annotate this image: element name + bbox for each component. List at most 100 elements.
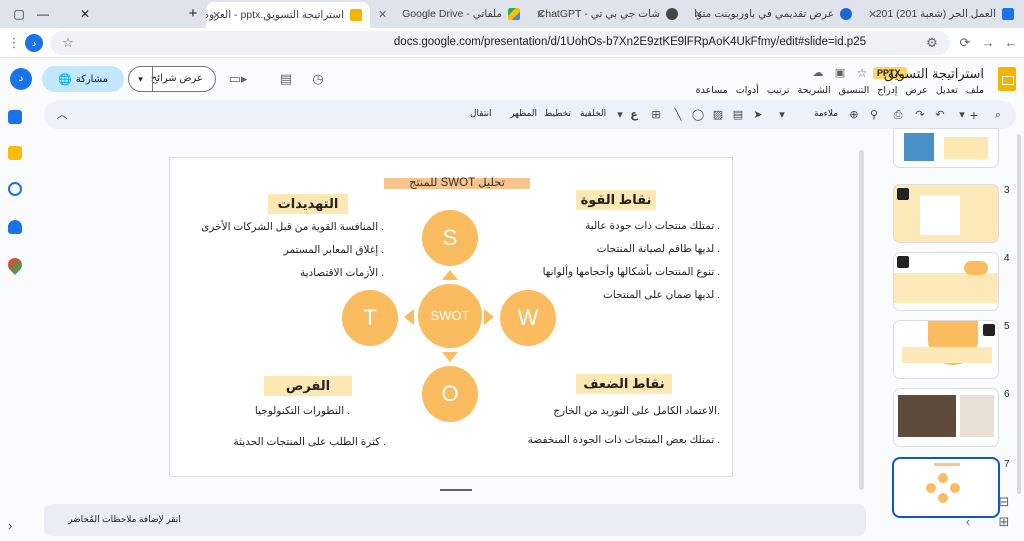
collapse-filmstrip-icon[interactable]: ‹ (958, 512, 978, 532)
new-slide-icon[interactable]: + (966, 107, 982, 123)
move-folder-icon[interactable]: ▣ (830, 63, 850, 83)
collapse-chevron-icon[interactable]: ︿ (54, 107, 70, 123)
strength-item[interactable]: . تنوع المنتجات بأشكالها وأحجامها وألوان… (543, 266, 720, 278)
filmstrip-scrollbar[interactable] (1017, 134, 1021, 494)
weakness-item[interactable]: .الاعتماد الكامل على التوريد من الخارج (553, 405, 720, 417)
close-tab-icon[interactable]: ✕ (868, 8, 877, 21)
notes-resize-handle[interactable] (440, 489, 472, 491)
window-menu-icon[interactable]: ▢ (8, 4, 30, 24)
arrow-up-icon[interactable] (442, 270, 458, 280)
maps-icon[interactable] (5, 255, 25, 275)
theme-button[interactable]: المظهر (510, 108, 537, 119)
slides-logo-icon[interactable] (998, 67, 1016, 91)
new-tab-button[interactable]: + (182, 4, 204, 24)
zoom-fit-button[interactable]: ملاءمة (814, 108, 838, 119)
select-dropdown-icon[interactable]: ▾ (774, 107, 790, 123)
document-title[interactable]: استراتيجة التسويق (884, 66, 984, 82)
heading-threats[interactable]: التهديدات (268, 194, 348, 214)
minimize-icon[interactable]: — (32, 4, 54, 24)
slideshow-button[interactable]: عرض شرائح ▾ (128, 66, 216, 92)
slide-title[interactable]: تحليل SWOT للمنتج (384, 177, 530, 189)
heading-weaknesses[interactable]: نقاط الضعف (576, 374, 672, 394)
comment-add-icon[interactable]: ⊞ (648, 107, 664, 123)
expand-panel-icon[interactable]: › (8, 518, 22, 533)
layout-button[interactable]: تخطيط (544, 108, 571, 119)
circle-strengths-s[interactable]: S (422, 210, 478, 266)
close-tab-icon[interactable]: ✕ (536, 8, 545, 21)
bookmark-star-icon[interactable]: ☆ (58, 33, 78, 53)
threat-item[interactable]: . الأزمات الاقتصادية (300, 267, 384, 279)
shape-tool-icon[interactable]: ◯ (690, 107, 706, 123)
contacts-icon[interactable] (8, 220, 22, 234)
line-tool-icon[interactable]: ╲ (670, 107, 686, 123)
strength-item[interactable]: . تمتلك منتجات ذات جودة عالية (585, 220, 720, 232)
circle-center-swot[interactable]: SWOT (418, 284, 482, 348)
circle-threats-t[interactable]: T (342, 290, 398, 346)
background-button[interactable]: الخلفية (580, 108, 606, 119)
comments-icon[interactable]: ▤ (276, 69, 296, 89)
image-tool-icon[interactable]: ▨ (710, 107, 726, 123)
undo-icon[interactable]: ↶ (932, 107, 948, 123)
keep-icon[interactable] (8, 146, 22, 160)
share-button[interactable]: مشاركة 🌐 (42, 66, 124, 92)
circle-opportunities-o[interactable]: O (422, 366, 478, 422)
close-tab-icon[interactable]: ✕ (212, 9, 221, 22)
textbox-tool-icon[interactable]: ▤ (730, 107, 746, 123)
canvas-vertical-scrollbar[interactable] (859, 150, 864, 490)
tab-slides-active[interactable]: استراتيجة التسويق.pptx - العروض ✕ (206, 2, 370, 28)
strength-item[interactable]: . لديها ضمان على المنتجات (603, 289, 720, 301)
profile-avatar[interactable]: د (25, 34, 43, 52)
site-settings-icon[interactable]: ⚙ (922, 33, 942, 53)
opportunity-item[interactable]: . كثرة الطلب على المنتجات الحديثة (234, 436, 387, 448)
tab-chatgpt[interactable]: شات جي بي تي - ChatGPT ✕ (530, 3, 686, 25)
menu-help[interactable]: مساعدة (696, 85, 728, 96)
heading-strengths[interactable]: نقاط القوة (576, 190, 656, 210)
slide-thumbnail-4[interactable] (894, 253, 998, 310)
menu-format[interactable]: التنسيق (839, 85, 870, 96)
slide-thumbnail-3[interactable] (894, 185, 998, 242)
close-tab-icon[interactable]: ✕ (694, 8, 703, 21)
forward-icon[interactable]: → (978, 33, 998, 53)
menu-slide[interactable]: الشريحة (798, 85, 831, 96)
heading-opportunities[interactable]: الفرص (264, 376, 352, 396)
weakness-item[interactable]: . تمتلك بعض المنتجات ذات الجودة المنخفضة (528, 434, 720, 446)
slide-canvas[interactable]: تحليل SWOT للمنتج نقاط القوة التهديدات ن… (170, 158, 732, 476)
version-history-icon[interactable]: ◷ (308, 69, 328, 89)
reload-icon[interactable]: ⟳ (955, 33, 975, 53)
menu-dots-icon[interactable]: ⋮ (4, 33, 24, 53)
back-icon[interactable]: ← (1001, 33, 1021, 53)
slide-thumbnail-6[interactable] (894, 389, 998, 446)
filmstrip-view-icon[interactable]: ⊟ (994, 492, 1014, 512)
arrow-right-icon[interactable] (484, 309, 494, 325)
redo-icon[interactable]: ↷ (912, 107, 928, 123)
close-tab-icon[interactable]: ✕ (378, 8, 387, 21)
speaker-notes[interactable]: انقر لإضافة ملاحظات المُحاضر (44, 504, 866, 536)
slide-thumbnail-5[interactable] (894, 321, 998, 378)
paint-format-icon[interactable]: ⚲ (866, 107, 882, 123)
cloud-status-icon[interactable]: ☁ (808, 63, 828, 83)
menu-edit[interactable]: تعديل (936, 85, 958, 96)
menu-insert[interactable]: إدراج (877, 85, 897, 96)
grid-view-icon[interactable]: ⊞ (994, 512, 1014, 532)
tab-powerpoint-article[interactable]: عرض تقديمي في باوربوينت متوا ✕ (688, 3, 860, 25)
address-bar[interactable]: ☆ docs.google.com/presentation/d/1UohOs-… (50, 31, 950, 55)
strength-item[interactable]: . لديها طاقم لصيانة المنتجات (597, 243, 720, 255)
tab-google-drive[interactable]: ملفاتي - Google Drive ✕ (372, 3, 528, 25)
tab-classroom[interactable]: العمل الحر (شعبة 201) 201 ✕ (862, 3, 1022, 25)
transition-button[interactable]: انتقال (470, 108, 492, 119)
tasks-icon[interactable] (8, 182, 22, 196)
calendar-icon[interactable] (8, 110, 22, 124)
menu-arrange[interactable]: ترتيب (767, 85, 790, 96)
input-tools-icon[interactable]: ع (626, 107, 642, 123)
slide-thumbnail-7-selected[interactable] (894, 459, 998, 516)
search-menus-icon[interactable]: ⌕ (990, 107, 1006, 123)
arrow-down-icon[interactable] (442, 352, 458, 362)
slideshow-dropdown-icon[interactable]: ▾ (129, 67, 153, 91)
arrow-left-icon[interactable] (404, 309, 414, 325)
menu-view[interactable]: عرض (905, 85, 927, 96)
star-icon[interactable]: ☆ (852, 63, 872, 83)
menu-tools[interactable]: أدوات (736, 85, 759, 96)
zoom-icon[interactable]: ⊕ (846, 107, 862, 123)
circle-weaknesses-w[interactable]: W (500, 290, 556, 346)
print-icon[interactable]: ⎙ (890, 107, 906, 123)
